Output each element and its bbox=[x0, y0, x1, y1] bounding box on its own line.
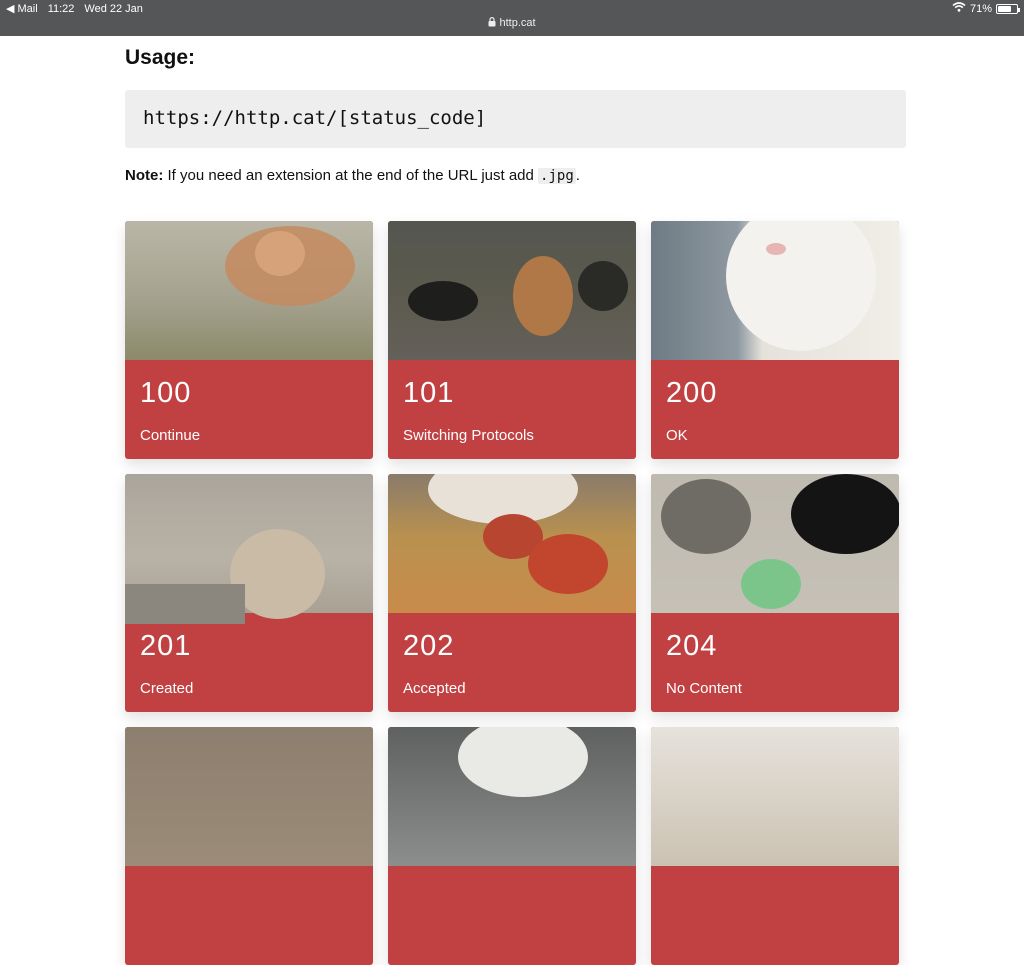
note-end: . bbox=[575, 167, 580, 184]
status-label: Switching Protocols bbox=[403, 427, 534, 444]
status-code: 101 bbox=[403, 377, 455, 409]
battery-level bbox=[998, 5, 1011, 12]
status-label: No Content bbox=[666, 680, 742, 697]
note-text: Note: If you need an extension at the en… bbox=[125, 167, 580, 184]
status-card-100[interactable]: 100 Continue bbox=[125, 221, 373, 459]
back-to-mail-link[interactable]: ◀ Mail bbox=[6, 2, 38, 15]
note-label: Note: bbox=[125, 167, 164, 184]
status-card-201[interactable]: 201 Created bbox=[125, 474, 373, 712]
status-code: 201 bbox=[140, 630, 192, 662]
cat-image bbox=[651, 727, 899, 866]
note-extension: .jpg bbox=[538, 168, 576, 184]
status-card-202[interactable]: 202 Accepted bbox=[388, 474, 636, 712]
note-body: If you need an extension at the end of t… bbox=[163, 167, 539, 184]
status-right: 71% bbox=[952, 2, 1020, 15]
cat-image bbox=[651, 474, 899, 613]
ios-status-bar: ◀ Mail 11:22 Wed 22 Jan http.cat 71% bbox=[0, 0, 1024, 36]
status-card-101[interactable]: 101 Switching Protocols bbox=[388, 221, 636, 459]
cat-image bbox=[388, 474, 636, 613]
status-left: ◀ Mail 11:22 Wed 22 Jan bbox=[6, 2, 143, 16]
status-code: 202 bbox=[403, 630, 455, 662]
battery-percent: 71% bbox=[969, 2, 992, 15]
cat-image bbox=[125, 221, 373, 360]
url-text: http.cat bbox=[499, 17, 536, 29]
status-card-partial[interactable] bbox=[651, 727, 899, 965]
battery-icon bbox=[996, 3, 1020, 14]
status-label: Continue bbox=[140, 427, 201, 444]
status-label: Created bbox=[140, 680, 194, 697]
cat-image bbox=[388, 221, 636, 360]
status-code: 204 bbox=[666, 630, 718, 662]
address-bar[interactable]: http.cat bbox=[0, 17, 1024, 29]
cat-image bbox=[651, 221, 899, 360]
cat-image bbox=[125, 727, 373, 866]
status-code: 100 bbox=[140, 377, 192, 409]
status-card-partial[interactable] bbox=[125, 727, 373, 965]
date: Wed 22 Jan bbox=[84, 2, 143, 15]
lock-icon bbox=[488, 17, 499, 29]
status-card-200[interactable]: 200 OK bbox=[651, 221, 899, 459]
cat-image bbox=[125, 474, 373, 624]
status-card-partial[interactable] bbox=[388, 727, 636, 965]
usage-code-block: https://http.cat/[status_code] bbox=[125, 90, 906, 148]
usage-heading: Usage: bbox=[125, 46, 196, 69]
wifi-icon bbox=[952, 2, 966, 15]
cat-image bbox=[388, 727, 636, 866]
clock: 11:22 bbox=[47, 2, 75, 15]
status-card-204[interactable]: 204 No Content bbox=[651, 474, 899, 712]
status-label: OK bbox=[666, 427, 688, 444]
status-label: Accepted bbox=[403, 680, 466, 697]
status-code: 200 bbox=[666, 377, 718, 409]
